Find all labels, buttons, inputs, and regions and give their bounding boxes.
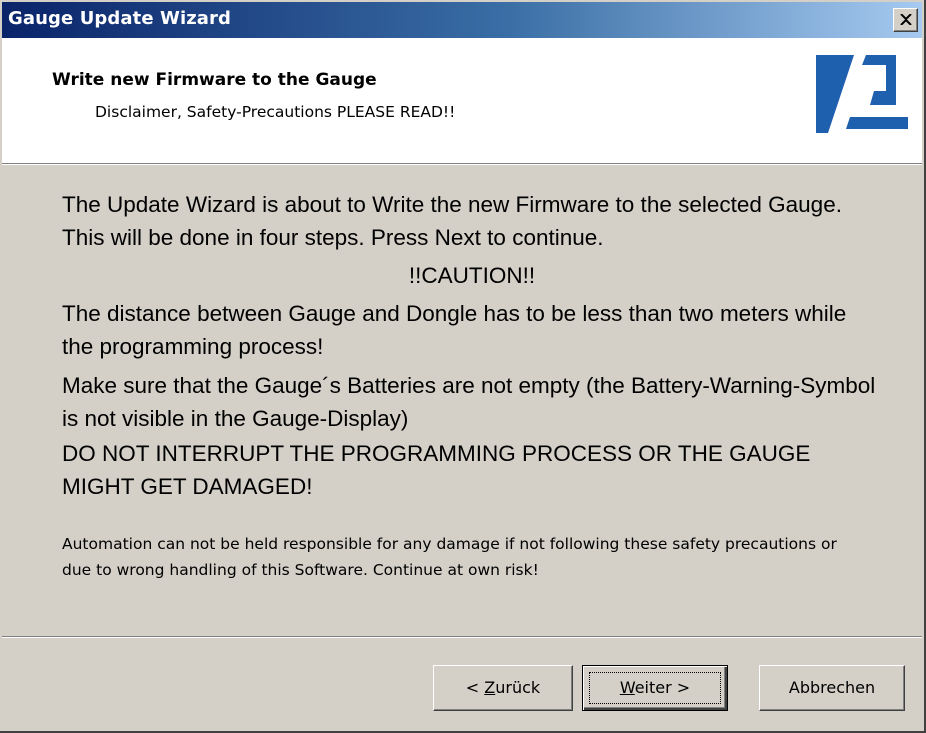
- title-bar[interactable]: Gauge Update Wizard: [2, 2, 922, 38]
- footer-separator: [2, 636, 922, 638]
- wizard-content: The Update Wizard is about to Write the …: [62, 188, 882, 583]
- interrupt-warning: DO NOT INTERRUPT THE PROGRAMMING PROCESS…: [62, 441, 811, 499]
- wizard-header: [2, 38, 922, 163]
- intro-text: The Update Wizard is about to Write the …: [62, 192, 842, 250]
- next-mnemonic: W: [619, 678, 635, 697]
- back-label-rest: urück: [495, 678, 541, 697]
- wizard-window: Gauge Update Wizard Write new Firmware t…: [0, 0, 926, 733]
- next-label-rest: eiter >: [634, 678, 691, 697]
- caution-heading: !!CAUTION!!: [408, 263, 536, 288]
- back-mnemonic: Z: [484, 678, 496, 697]
- header-title: Write new Firmware to the Gauge: [52, 70, 377, 90]
- back-button[interactable]: < Zurück: [433, 665, 573, 711]
- brand-logo: [816, 55, 908, 133]
- close-icon: [900, 14, 912, 25]
- cancel-button[interactable]: Abbrechen: [759, 665, 905, 711]
- battery-warning: Make sure that the Gauge´s Batteries are…: [62, 373, 876, 431]
- window-title: Gauge Update Wizard: [8, 8, 232, 29]
- distance-warning: The distance between Gauge and Dongle ha…: [62, 301, 847, 359]
- disclaimer-text: Automation can not be held responsible f…: [62, 535, 837, 579]
- header-separator: [2, 163, 922, 165]
- header-subtitle: Disclaimer, Safety-Precautions PLEASE RE…: [95, 103, 456, 121]
- back-prefix: <: [465, 678, 485, 697]
- next-button[interactable]: Weiter >: [582, 665, 728, 711]
- close-button[interactable]: [893, 8, 918, 32]
